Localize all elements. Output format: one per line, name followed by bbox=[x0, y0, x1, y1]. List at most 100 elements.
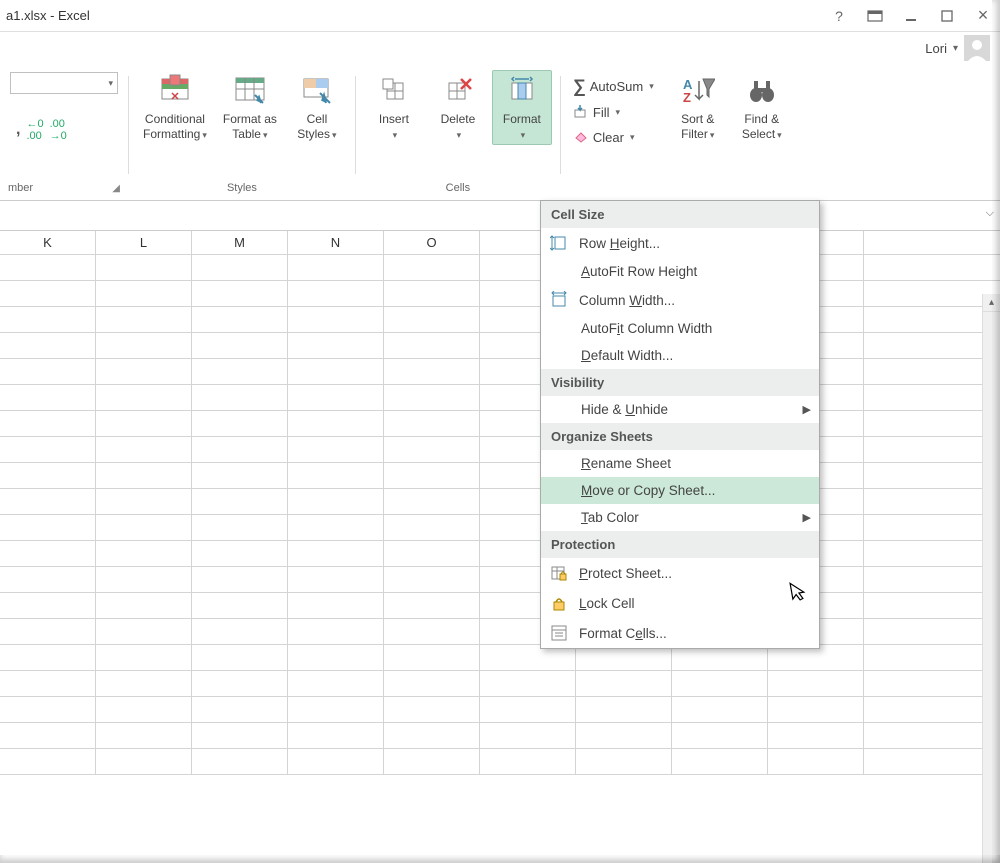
row-height-icon bbox=[549, 234, 569, 252]
table-row[interactable] bbox=[0, 541, 1000, 567]
user-row: Lori ▾ bbox=[0, 32, 1000, 64]
menu-autofit-row-height[interactable]: AutoFit Row Height bbox=[541, 258, 819, 285]
menu-rename-sheet[interactable]: Rename Sheet bbox=[541, 450, 819, 477]
delete-button[interactable]: Delete▾ bbox=[428, 70, 488, 145]
col-header[interactable]: M bbox=[192, 231, 288, 254]
sort-filter-button[interactable]: AZ Sort &Filter▾ bbox=[668, 70, 728, 145]
menu-protect-sheet[interactable]: Protect Sheet... bbox=[541, 558, 819, 588]
editing-group: ∑ AutoSum ▾ Fill ▾ Clear ▾ bbox=[561, 70, 800, 200]
table-row[interactable] bbox=[0, 567, 1000, 593]
format-button[interactable]: Format▾ bbox=[492, 70, 552, 145]
menu-move-or-copy-sheet[interactable]: Move or Copy Sheet... bbox=[541, 477, 819, 504]
autosum-label: AutoSum bbox=[590, 79, 643, 94]
column-headers: K L M N O S bbox=[0, 231, 1000, 255]
table-row[interactable] bbox=[0, 749, 1000, 775]
decrease-decimal-button[interactable]: .00→0 bbox=[50, 118, 67, 142]
format-cells-icon bbox=[549, 624, 569, 642]
number-group-label: mber bbox=[8, 182, 33, 194]
menu-label: AutoFit Row Height bbox=[581, 264, 697, 279]
formula-bar[interactable]: ⌵ bbox=[0, 201, 1000, 231]
maximize-button[interactable] bbox=[936, 5, 958, 27]
table-row[interactable] bbox=[0, 697, 1000, 723]
table-row[interactable] bbox=[0, 463, 1000, 489]
user-name[interactable]: Lori bbox=[925, 41, 947, 56]
binoculars-icon bbox=[744, 72, 780, 108]
number-format-combo[interactable]: ▾ bbox=[10, 72, 118, 94]
menu-lock-cell[interactable]: Lock Cell bbox=[541, 588, 819, 618]
minimize-button[interactable] bbox=[900, 5, 922, 27]
user-dropdown-arrow[interactable]: ▾ bbox=[953, 43, 958, 54]
table-row[interactable] bbox=[0, 333, 1000, 359]
menu-format-cells[interactable]: Format Cells... bbox=[541, 618, 819, 648]
col-header[interactable]: L bbox=[96, 231, 192, 254]
expand-formula-bar-icon[interactable]: ⌵ bbox=[986, 207, 994, 220]
table-row[interactable] bbox=[0, 671, 1000, 697]
format-as-table-label: Format asTable bbox=[223, 112, 277, 141]
menu-tab-color[interactable]: Tab Color ▶ bbox=[541, 504, 819, 531]
styles-group-label: Styles bbox=[137, 178, 347, 200]
table-row[interactable] bbox=[0, 385, 1000, 411]
find-select-label: Find &Select bbox=[742, 112, 779, 141]
table-row[interactable] bbox=[0, 437, 1000, 463]
table-row[interactable] bbox=[0, 593, 1000, 619]
comma-style-button[interactable]: , bbox=[16, 121, 20, 139]
clear-label: Clear bbox=[593, 130, 624, 145]
conditional-formatting-icon bbox=[157, 72, 193, 108]
col-header[interactable]: K bbox=[0, 231, 96, 254]
lock-icon bbox=[549, 594, 569, 612]
menu-autofit-column-width[interactable]: AutoFit Column Width bbox=[541, 315, 819, 342]
sigma-icon: ∑ bbox=[573, 76, 586, 97]
table-row[interactable] bbox=[0, 515, 1000, 541]
menu-section-cell-size: Cell Size bbox=[541, 201, 819, 228]
menu-row-height[interactable]: Row Height... bbox=[541, 228, 819, 258]
menu-column-width[interactable]: Column Width... bbox=[541, 285, 819, 315]
avatar[interactable] bbox=[964, 35, 990, 61]
ribbon: ▾ , ←0.00 .00→0 mber ◢ Co bbox=[0, 64, 1000, 201]
scroll-up-button[interactable]: ▴ bbox=[983, 294, 1000, 312]
table-row[interactable] bbox=[0, 645, 1000, 671]
table-row[interactable] bbox=[0, 619, 1000, 645]
table-row[interactable] bbox=[0, 359, 1000, 385]
dialog-launcher-icon[interactable]: ◢ bbox=[112, 183, 120, 194]
chevron-down-icon: ▾ bbox=[108, 78, 113, 89]
ribbon-display-button[interactable] bbox=[864, 5, 886, 27]
find-select-button[interactable]: Find &Select▾ bbox=[732, 70, 792, 145]
vertical-scrollbar[interactable]: ▴ bbox=[982, 294, 1000, 863]
fill-button[interactable]: Fill ▾ bbox=[569, 101, 658, 124]
format-as-table-icon bbox=[232, 72, 268, 108]
insert-button[interactable]: Insert▾ bbox=[364, 70, 424, 145]
menu-label: Lock Cell bbox=[579, 596, 635, 611]
close-button[interactable]: × bbox=[972, 5, 994, 27]
conditional-formatting-label: ConditionalFormatting bbox=[143, 112, 205, 141]
title-bar: a1.xlsx - Excel ? × bbox=[0, 0, 1000, 32]
shadow bbox=[0, 855, 1000, 863]
table-row[interactable] bbox=[0, 723, 1000, 749]
table-row[interactable] bbox=[0, 411, 1000, 437]
help-button[interactable]: ? bbox=[828, 5, 850, 27]
table-row[interactable] bbox=[0, 489, 1000, 515]
delete-label: Delete bbox=[441, 112, 476, 126]
table-row[interactable] bbox=[0, 255, 1000, 281]
clear-button[interactable]: Clear ▾ bbox=[569, 126, 658, 149]
menu-default-width[interactable]: Default Width... bbox=[541, 342, 819, 369]
cell-styles-label: CellStyles bbox=[297, 112, 330, 141]
autosum-button[interactable]: ∑ AutoSum ▾ bbox=[569, 74, 658, 99]
format-icon bbox=[504, 72, 540, 108]
format-as-table-button[interactable]: Format asTable▾ bbox=[217, 70, 283, 145]
cell-styles-button[interactable]: CellStyles▾ bbox=[287, 70, 347, 145]
col-header[interactable]: N bbox=[288, 231, 384, 254]
increase-decimal-button[interactable]: ←0.00 bbox=[26, 118, 43, 142]
svg-text:Z: Z bbox=[683, 90, 691, 105]
editing-group-label bbox=[569, 178, 792, 200]
menu-label: Protect Sheet... bbox=[579, 566, 672, 581]
col-header[interactable]: O bbox=[384, 231, 480, 254]
eraser-icon bbox=[573, 128, 589, 147]
table-row[interactable] bbox=[0, 307, 1000, 333]
conditional-formatting-button[interactable]: ConditionalFormatting▾ bbox=[137, 70, 213, 145]
worksheet-grid[interactable]: K L M N O S bbox=[0, 231, 1000, 775]
menu-label: Default Width... bbox=[581, 348, 673, 363]
menu-section-protection: Protection bbox=[541, 531, 819, 558]
title-bar-controls: ? × bbox=[828, 5, 994, 27]
table-row[interactable] bbox=[0, 281, 1000, 307]
menu-hide-unhide[interactable]: Hide & Unhide ▶ bbox=[541, 396, 819, 423]
